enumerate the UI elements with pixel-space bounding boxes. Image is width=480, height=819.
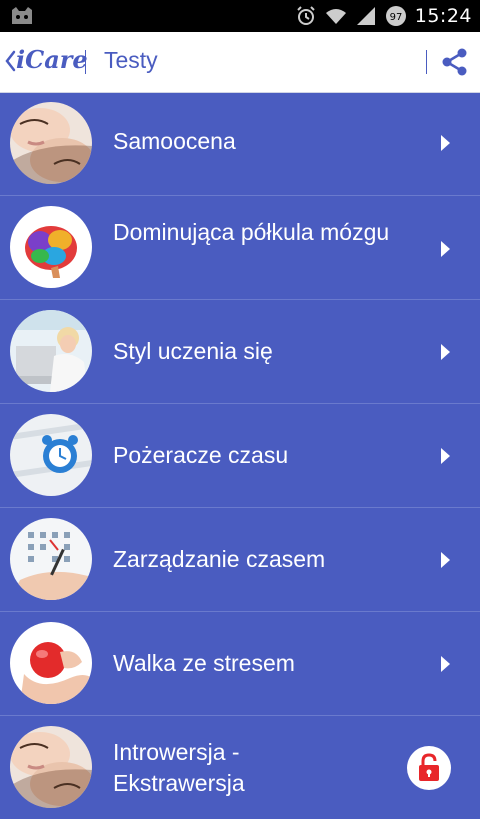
list-item-label: Styl uczenia się <box>113 338 273 364</box>
share-icon[interactable] <box>440 47 468 77</box>
battery-icon: 97 <box>385 6 406 26</box>
list-item-label: Walka ze stresem <box>113 650 295 676</box>
list-item-dominujaca-polkula[interactable]: Dominująca półkula mózgu <box>0 196 480 300</box>
list-item-styl-uczenia[interactable]: Styl uczenia się <box>0 300 480 404</box>
chevron-right-icon <box>441 552 450 568</box>
notification-cat-icon <box>12 7 32 24</box>
app-bar: iCare Testy <box>0 32 480 93</box>
list-item-introwersja-ekstrawersja[interactable]: Introwersja - Ekstrawersja <box>0 716 480 819</box>
status-bar: 97 15:24 <box>0 0 480 32</box>
chevron-right-icon <box>441 241 450 257</box>
chevron-right-icon <box>441 448 450 464</box>
chevron-right-icon <box>441 344 450 360</box>
brain-thumbnail <box>10 206 92 288</box>
list-item-pozeracze-czasu[interactable]: Pożeracze czasu <box>0 404 480 508</box>
page-title: Testy <box>104 47 158 73</box>
lock-badge[interactable] <box>407 746 451 790</box>
face-thumbnail <box>10 102 92 184</box>
list-item-label: Pożeracze czasu <box>113 442 289 468</box>
brand-logo[interactable]: iCare <box>16 45 88 74</box>
list-item-label: Zarządzanie czasem <box>113 546 326 572</box>
wifi-icon <box>325 9 346 24</box>
alarm-icon <box>297 6 315 25</box>
laptop-woman-thumbnail <box>10 310 92 392</box>
chevron-right-icon <box>441 656 450 672</box>
face-thumbnail <box>10 726 92 808</box>
list-item-samoocena[interactable]: Samoocena <box>0 92 480 196</box>
padlock-icon <box>419 753 439 781</box>
share-divider <box>426 50 427 74</box>
calendar-thumbnail <box>10 518 92 600</box>
stress-ball-thumbnail <box>10 622 92 704</box>
signal-icon <box>356 7 375 25</box>
test-list: Samoocena Dominująca półkula mózgu Styl … <box>0 92 480 819</box>
clock: 15:24 <box>414 5 472 27</box>
app-bar-divider <box>85 50 86 74</box>
list-item-label: Samoocena <box>113 128 236 154</box>
list-item-label: Introwersja - Ekstrawersja <box>113 739 245 796</box>
alarm-clock-thumbnail <box>10 414 92 496</box>
battery-level: 97 <box>389 12 402 23</box>
chevron-right-icon <box>441 135 450 151</box>
list-item-label: Dominująca półkula mózgu <box>113 219 390 245</box>
list-item-walka-ze-stresem[interactable]: Walka ze stresem <box>0 612 480 716</box>
list-item-zarzadzanie-czasem[interactable]: Zarządzanie czasem <box>0 508 480 612</box>
